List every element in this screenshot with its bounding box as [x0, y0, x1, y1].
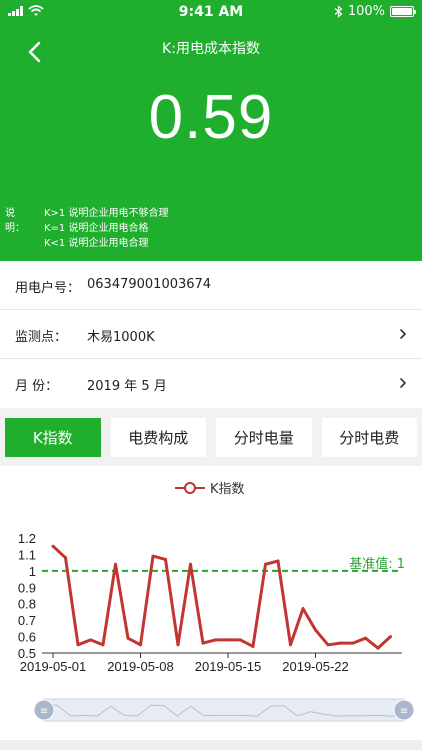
y-tick-label: 0.7	[18, 613, 36, 628]
y-tick-label: 1	[29, 564, 36, 579]
data-point	[364, 636, 367, 640]
chevron-right-icon	[400, 378, 406, 388]
data-point	[126, 636, 130, 640]
explanation-lines: K>1 说明企业用电不够合理 K=1 说明企业用电合格 K<1 说明企业用电合理	[44, 206, 168, 251]
x-tick-label: 2019-05-15	[195, 659, 262, 674]
data-point	[76, 643, 80, 647]
y-tick-label: 0.6	[18, 630, 36, 645]
tab-fee-composition[interactable]: 电费构成	[110, 418, 206, 457]
status-right: 100%	[334, 4, 416, 19]
battery-percent: 100%	[347, 4, 385, 19]
battery-fill	[392, 8, 412, 15]
data-point	[114, 562, 117, 566]
data-point	[201, 641, 205, 645]
explanation-line: K=1 说明企业用电合格	[44, 223, 149, 234]
data-point	[51, 544, 55, 548]
month-row[interactable]: 月 份： 2019 年 5 月	[0, 359, 422, 408]
explanation-line: K<1 说明企业用电合理	[44, 238, 149, 249]
page-title: K:用电成本指数	[162, 41, 260, 57]
status-bar: 9:41 AM 100%	[0, 0, 422, 24]
tab-bar: K指数 电费构成 分时电量 分时电费	[0, 408, 422, 466]
data-point	[389, 635, 392, 639]
account-row: 用电户号： 063479001003674	[0, 261, 422, 310]
grip-icon[interactable]: ≡	[40, 706, 48, 717]
data-point	[339, 641, 342, 645]
data-point	[264, 562, 267, 566]
data-point	[301, 607, 305, 611]
monitor-point-row[interactable]: 监测点： 木易1000K	[0, 310, 422, 359]
bluetooth-icon	[334, 5, 343, 18]
y-tick-label: 1.1	[18, 547, 36, 562]
data-point	[101, 643, 105, 647]
legend-label: K指数	[210, 482, 245, 497]
chart-panel: K指数 0.5 0.6 0.7 0.8 0.9 1 1.1 1.2 2019-05-01 2019-…	[0, 466, 422, 740]
x-tick-label: 2019-05-01	[20, 659, 87, 674]
y-tick-label: 0.9	[18, 580, 36, 595]
explanation-line: K>1 说明企业用电不够合理	[44, 208, 169, 219]
account-value: 063479001003674	[87, 277, 212, 292]
data-point	[314, 628, 317, 632]
data-point	[276, 559, 280, 563]
header: 9:41 AM 100% K:用电成本指数 0.59 说明： K>1 说明企业用…	[0, 0, 422, 261]
bottom-band	[0, 740, 422, 750]
data-point	[226, 638, 230, 642]
data-zoom-track	[43, 698, 405, 722]
monitor-point-label: 监测点：	[15, 330, 68, 345]
explanation-label: 说明：	[5, 208, 25, 234]
account-label: 用电户号：	[15, 281, 81, 296]
data-point	[176, 643, 180, 647]
k-index-series-line	[51, 545, 392, 650]
data-point	[251, 644, 255, 648]
tab-k-index[interactable]: K指数	[5, 418, 101, 457]
data-point	[289, 643, 292, 647]
data-point	[326, 643, 330, 647]
data-point	[64, 556, 67, 560]
tab-time-of-use-energy[interactable]: 分时电量	[216, 418, 312, 457]
data-point	[139, 643, 142, 647]
chevron-right-icon	[400, 329, 406, 339]
data-point	[89, 638, 92, 642]
baseline-label: 基准值: 1	[349, 556, 405, 572]
month-label: 月 份：	[15, 379, 59, 394]
data-point	[351, 641, 355, 645]
monitor-point-value: 木易1000K	[87, 330, 155, 345]
k-index-value: 0.59	[148, 83, 274, 152]
k-index-chart: K指数0.50.60.70.80.911.11.22019-05-01 2019-…	[18, 482, 415, 722]
data-point	[164, 557, 167, 561]
x-tick-label: 2019-05-08	[107, 659, 174, 674]
data-point	[151, 554, 155, 558]
info-list: 用电户号： 063479001003674 监测点： 木易1000K 月 份： …	[0, 261, 422, 408]
y-tick-label: 0.8	[18, 597, 36, 612]
data-point	[214, 638, 217, 642]
tab-time-of-use-fee[interactable]: 分时电费	[321, 418, 417, 457]
x-tick-label: 2019-05-22	[282, 659, 349, 674]
battery-icon	[390, 6, 416, 17]
data-point	[189, 562, 192, 566]
data-point	[376, 646, 380, 650]
legend-circle-mark	[184, 482, 196, 494]
y-tick-label: 1.2	[18, 531, 36, 546]
month-value: 2019 年 5 月	[87, 379, 167, 394]
data-point	[239, 638, 242, 642]
grip-icon[interactable]: ≡	[400, 706, 408, 717]
